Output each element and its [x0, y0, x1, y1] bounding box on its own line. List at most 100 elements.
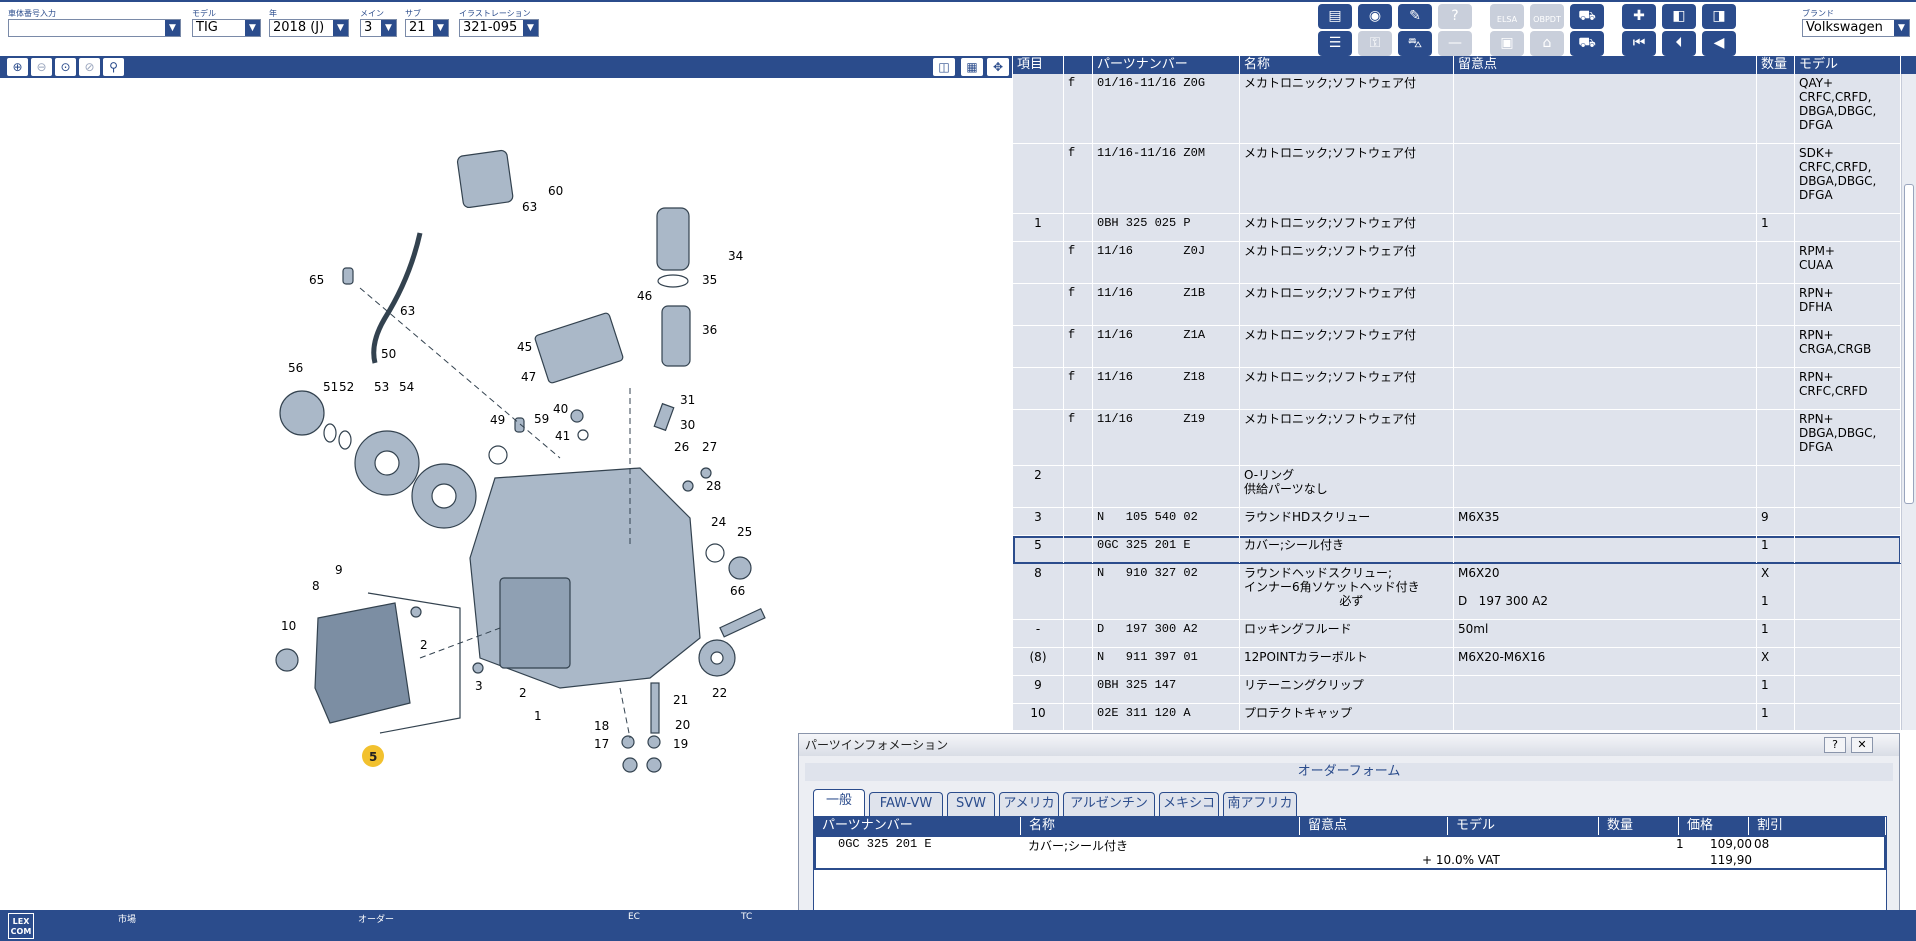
table-row[interactable]: f 11/16 Z1B メカトロニック;ソフトウェア付 RPN+ DFHA: [1013, 284, 1901, 326]
split-view-button[interactable]: ◫: [933, 58, 955, 76]
obdt-button[interactable]: OBPDT: [1530, 4, 1564, 29]
tab-general[interactable]: 一般: [813, 789, 865, 816]
svg-text:1: 1: [534, 709, 542, 723]
zoom-in-button[interactable]: ⊕: [7, 58, 28, 76]
pin-icon: ✚: [1633, 8, 1645, 24]
main-label: メイン: [360, 9, 384, 18]
cell-note: [1454, 536, 1757, 563]
table-view-button[interactable]: ▦: [961, 58, 983, 76]
year-select[interactable]: 2018 (J) ▼: [269, 19, 349, 37]
cell-item: 2: [1013, 466, 1064, 507]
cart-add-button[interactable]: ⛟: [1570, 31, 1604, 56]
table-row[interactable]: 5 0GC 325 201 E カバー;シール付き 1: [1013, 536, 1901, 564]
help-button[interactable]: ?: [1438, 4, 1472, 29]
svg-text:63: 63: [522, 200, 537, 214]
zoom-out-button[interactable]: ⊖: [31, 58, 52, 76]
tab-mexico[interactable]: メキシコ: [1159, 792, 1219, 816]
brand-field: ブランド Volkswagen ▼: [1802, 8, 1910, 37]
cell-flag: [1064, 620, 1093, 647]
cell-item: [1013, 242, 1064, 283]
tab-faw-vw[interactable]: FAW-VW: [869, 792, 943, 816]
vin-select[interactable]: ▼: [8, 19, 181, 37]
ocol-part: パーツナンバー: [814, 817, 1021, 835]
compare-icon: ▣: [1500, 35, 1514, 51]
cell-part: 02E 311 120 A: [1093, 704, 1240, 730]
tab-svw[interactable]: SVW: [947, 792, 995, 816]
dealer-button[interactable]: ⌂: [1530, 31, 1564, 56]
model-select[interactable]: TIG ▼: [192, 19, 261, 37]
pin-button[interactable]: ✚: [1622, 4, 1656, 29]
table-row[interactable]: 2 O-リング 供給パーツなし: [1013, 466, 1901, 508]
prev-button[interactable]: ◀: [1702, 31, 1736, 56]
footer-ec: EC: [628, 912, 640, 922]
table-row[interactable]: (8) N 911 397 01 12POINTカラーボルト M6X20-M6X16 X: [1013, 648, 1901, 676]
step-back-icon: ⏴: [1675, 35, 1683, 51]
first-button[interactable]: ⏮: [1622, 31, 1656, 56]
close-button[interactable]: ✕: [1851, 737, 1873, 753]
table-row[interactable]: 9 0BH 325 147 リテーニングクリップ 1: [1013, 676, 1901, 704]
key-button[interactable]: ⚿: [1358, 31, 1392, 56]
cell-model: QAY+ CRFC,CRFD, DBGA,DBGC, DFGA: [1795, 74, 1901, 143]
svg-text:34: 34: [728, 249, 743, 263]
line-button[interactable]: —: [1438, 31, 1472, 56]
viewer-toolbar: ⊕ ⊖ ⊙ ⊘ ⚲ ◫ ▦ ✥: [0, 56, 1012, 78]
cell-part: 01/16-11/16 Z0G: [1093, 74, 1240, 143]
table-row[interactable]: f 01/16-11/16 Z0G メカトロニック;ソフトウェア付 QAY+ CRFC…: [1013, 74, 1901, 144]
search-part-button[interactable]: ◉: [1358, 4, 1392, 29]
illustration-label: イラストレーション: [459, 9, 531, 18]
cell-note: [1454, 242, 1757, 283]
cell-item: 9: [1013, 676, 1064, 703]
list-button[interactable]: ☰: [1318, 31, 1352, 56]
table-row[interactable]: 3 N 105 540 02 ラウンドHDスクリュー M6X35 9: [1013, 508, 1901, 536]
table-row[interactable]: f 11/16-11/16 Z0M メカトロニック;ソフトウェア付 SDK+ CRFC…: [1013, 144, 1901, 214]
table-row[interactable]: 1 0BH 325 025 P メカトロニック;ソフトウェア付 1: [1013, 214, 1901, 242]
table-row[interactable]: 10 02E 311 120 A プロテクトキャップ 1: [1013, 704, 1901, 730]
chevron-down-icon: ▼: [381, 20, 396, 36]
cell-name: カバー;シール付き: [1240, 536, 1454, 563]
cart-button[interactable]: ⛟: [1570, 4, 1604, 29]
tab-south-africa[interactable]: 南アフリカ: [1223, 792, 1297, 816]
cell-note: [1454, 410, 1757, 465]
svg-text:20: 20: [675, 718, 690, 732]
cell-qty: [1757, 368, 1795, 409]
tab-argentina[interactable]: アルゼンチン: [1063, 792, 1155, 816]
vehicle-button[interactable]: ⛍: [1398, 31, 1432, 56]
svg-text:8: 8: [312, 579, 320, 593]
order-row[interactable]: 0GC 325 201 E カバー;シール付き + 10.0% VAT 1 10…: [814, 835, 1886, 870]
back-button[interactable]: ⏴: [1662, 31, 1696, 56]
cell-qty: 1: [1757, 704, 1795, 730]
print-button[interactable]: ▤: [1318, 4, 1352, 29]
cell-model: RPN+ CRGA,CRGB: [1795, 326, 1901, 367]
prev-page-button[interactable]: ◧: [1662, 4, 1696, 29]
tab-america[interactable]: アメリカ: [999, 792, 1059, 816]
search-button[interactable]: ⚲: [103, 58, 124, 76]
scrollbar-thumb[interactable]: [1904, 184, 1914, 504]
table-row[interactable]: - D 197 300 A2 ロッキングフルード 50ml 1: [1013, 620, 1901, 648]
expand-button[interactable]: ✥: [987, 58, 1009, 76]
illustration-select[interactable]: 321-095 ▼: [459, 19, 539, 37]
compare-button[interactable]: ▣: [1490, 31, 1524, 56]
table-row[interactable]: f 11/16 Z0J メカトロニック;ソフトウェア付 RPM+ CUAA: [1013, 242, 1901, 284]
parts-table-scrollbar[interactable]: [1901, 74, 1916, 730]
cell-item: [1013, 284, 1064, 325]
table-row[interactable]: f 11/16 Z19 メカトロニック;ソフトウェア付 RPN+ DBGA,DBGC,…: [1013, 410, 1901, 466]
selected-callout-5[interactable]: 5: [362, 745, 384, 767]
table-row[interactable]: 8 N 910 327 02 ラウンドヘッドスクリュー; インナー6角ソケットヘッド…: [1013, 564, 1901, 620]
brand-select[interactable]: Volkswagen ▼: [1802, 19, 1910, 37]
elsa-button[interactable]: ELSA: [1490, 4, 1524, 29]
cell-model: [1795, 508, 1901, 535]
sub-select[interactable]: 21 ▼: [405, 19, 449, 37]
ocol-qty: 数量: [1599, 817, 1679, 835]
next-page-button[interactable]: ◨: [1702, 4, 1736, 29]
table-row[interactable]: f 11/16 Z1A メカトロニック;ソフトウェア付 RPN+ CRGA,CRGB: [1013, 326, 1901, 368]
zoom-reset-button[interactable]: ⊘: [79, 58, 100, 76]
tools-button[interactable]: ✎: [1398, 4, 1432, 29]
zoom-fit-button[interactable]: ⊙: [55, 58, 76, 76]
table-row[interactable]: f 11/16 Z18 メカトロニック;ソフトウェア付 RPN+ CRFC,CRFD: [1013, 368, 1901, 410]
ocol-model: モデル: [1448, 817, 1599, 835]
main-field: メイン 3 ▼: [360, 8, 397, 37]
illustration-field: イラストレーション 321-095 ▼: [459, 8, 539, 37]
cell-note: 50ml: [1454, 620, 1757, 647]
main-select[interactable]: 3 ▼: [360, 19, 397, 37]
help-button[interactable]: ?: [1824, 737, 1846, 753]
